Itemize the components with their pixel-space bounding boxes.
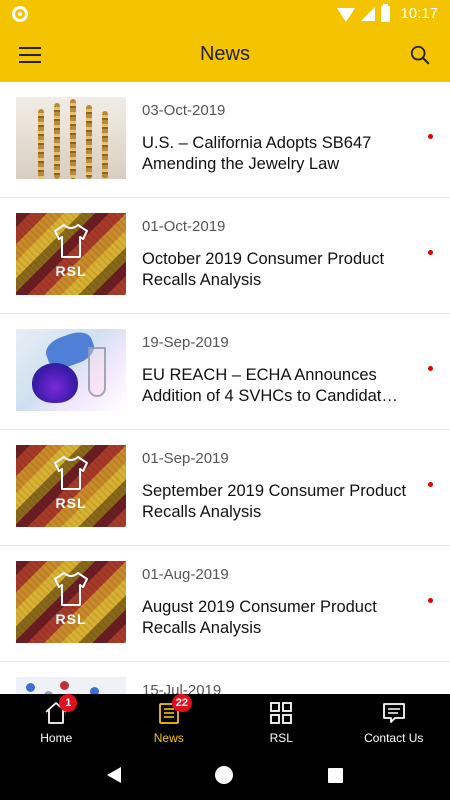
nav-label: Home bbox=[40, 731, 73, 745]
news-title: U.S. – California Adopts SB647 Amending … bbox=[142, 134, 372, 173]
app-screen: 10:17 News 03-Oct-2019 U.S. – California… bbox=[0, 0, 450, 800]
molecule-thumbnail bbox=[16, 677, 126, 694]
nav-news[interactable]: 22 News bbox=[113, 694, 226, 750]
tshirt-icon bbox=[54, 456, 88, 490]
nav-rsl[interactable]: RSL bbox=[225, 694, 338, 750]
unread-dot bbox=[428, 366, 433, 371]
nav-contact-us[interactable]: Contact Us bbox=[338, 694, 450, 750]
hamburger-icon bbox=[19, 46, 41, 63]
menu-button[interactable] bbox=[0, 27, 60, 82]
sync-icon bbox=[12, 5, 28, 22]
news-date: 19-Sep-2019 bbox=[142, 334, 229, 351]
grid-icon bbox=[270, 702, 293, 724]
rsl-thumbnail: RSL bbox=[16, 561, 126, 643]
rsl-label: RSL bbox=[55, 495, 87, 511]
system-navigation-bar bbox=[0, 750, 450, 800]
tshirt-icon bbox=[54, 572, 88, 606]
signal-icon bbox=[361, 6, 376, 21]
news-item[interactable]: RSL 01-Aug-2019 August 2019 Consumer Pro… bbox=[0, 546, 450, 662]
news-item[interactable]: 15-Jul-2019 bbox=[0, 662, 450, 694]
rsl-label: RSL bbox=[55, 611, 87, 627]
news-title: EU REACH – ECHA Announces Addition of 4 … bbox=[142, 366, 398, 405]
news-date: 03-Oct-2019 bbox=[142, 102, 226, 119]
news-date: 15-Jul-2019 bbox=[142, 682, 222, 694]
news-title: October 2019 Consumer Product Recalls An… bbox=[142, 250, 385, 289]
home-circle-icon[interactable] bbox=[215, 766, 234, 784]
nav-label: RSL bbox=[269, 731, 293, 745]
news-title: September 2019 Consumer Product Recalls … bbox=[142, 482, 407, 521]
news-item[interactable]: RSL 01-Oct-2019 October 2019 Consumer Pr… bbox=[0, 198, 450, 314]
news-item[interactable]: RSL 01-Sep-2019 September 2019 Consumer … bbox=[0, 430, 450, 546]
back-icon[interactable] bbox=[107, 767, 122, 783]
home-badge: 1 bbox=[59, 694, 78, 712]
search-button[interactable] bbox=[390, 27, 450, 82]
rsl-thumbnail: RSL bbox=[16, 213, 126, 295]
rsl-label: RSL bbox=[55, 263, 87, 279]
tshirt-icon bbox=[54, 224, 88, 258]
nav-label: News bbox=[153, 731, 184, 745]
status-time: 10:17 bbox=[400, 5, 438, 22]
page-title: News bbox=[199, 43, 250, 65]
nav-label: Contact Us bbox=[364, 731, 424, 745]
unread-dot bbox=[428, 482, 433, 487]
bottom-navigation: 1 Home 22 News RSL Contact Us bbox=[0, 694, 450, 750]
unread-dot bbox=[428, 134, 433, 139]
news-date: 01-Aug-2019 bbox=[142, 566, 229, 583]
news-list[interactable]: 03-Oct-2019 U.S. – California Adopts SB6… bbox=[0, 82, 450, 694]
search-icon bbox=[410, 45, 430, 64]
unread-dot bbox=[428, 250, 433, 255]
recent-apps-icon[interactable] bbox=[327, 767, 343, 783]
news-item[interactable]: 03-Oct-2019 U.S. – California Adopts SB6… bbox=[0, 82, 450, 198]
lab-thumbnail bbox=[16, 329, 126, 411]
wifi-icon bbox=[337, 7, 356, 22]
status-bar: 10:17 bbox=[0, 0, 450, 27]
news-item[interactable]: 19-Sep-2019 EU REACH – ECHA Announces Ad… bbox=[0, 314, 450, 430]
battery-icon bbox=[381, 3, 391, 22]
news-date: 01-Oct-2019 bbox=[142, 218, 226, 235]
rsl-thumbnail: RSL bbox=[16, 445, 126, 527]
news-title: August 2019 Consumer Product Recalls Ana… bbox=[142, 598, 377, 637]
news-date: 01-Sep-2019 bbox=[142, 450, 229, 467]
chat-icon bbox=[382, 703, 405, 723]
nav-home[interactable]: 1 Home bbox=[0, 694, 113, 750]
app-bar: News bbox=[0, 27, 450, 82]
jewelry-thumbnail bbox=[16, 97, 126, 179]
unread-dot bbox=[428, 598, 433, 603]
news-badge: 22 bbox=[171, 694, 192, 712]
